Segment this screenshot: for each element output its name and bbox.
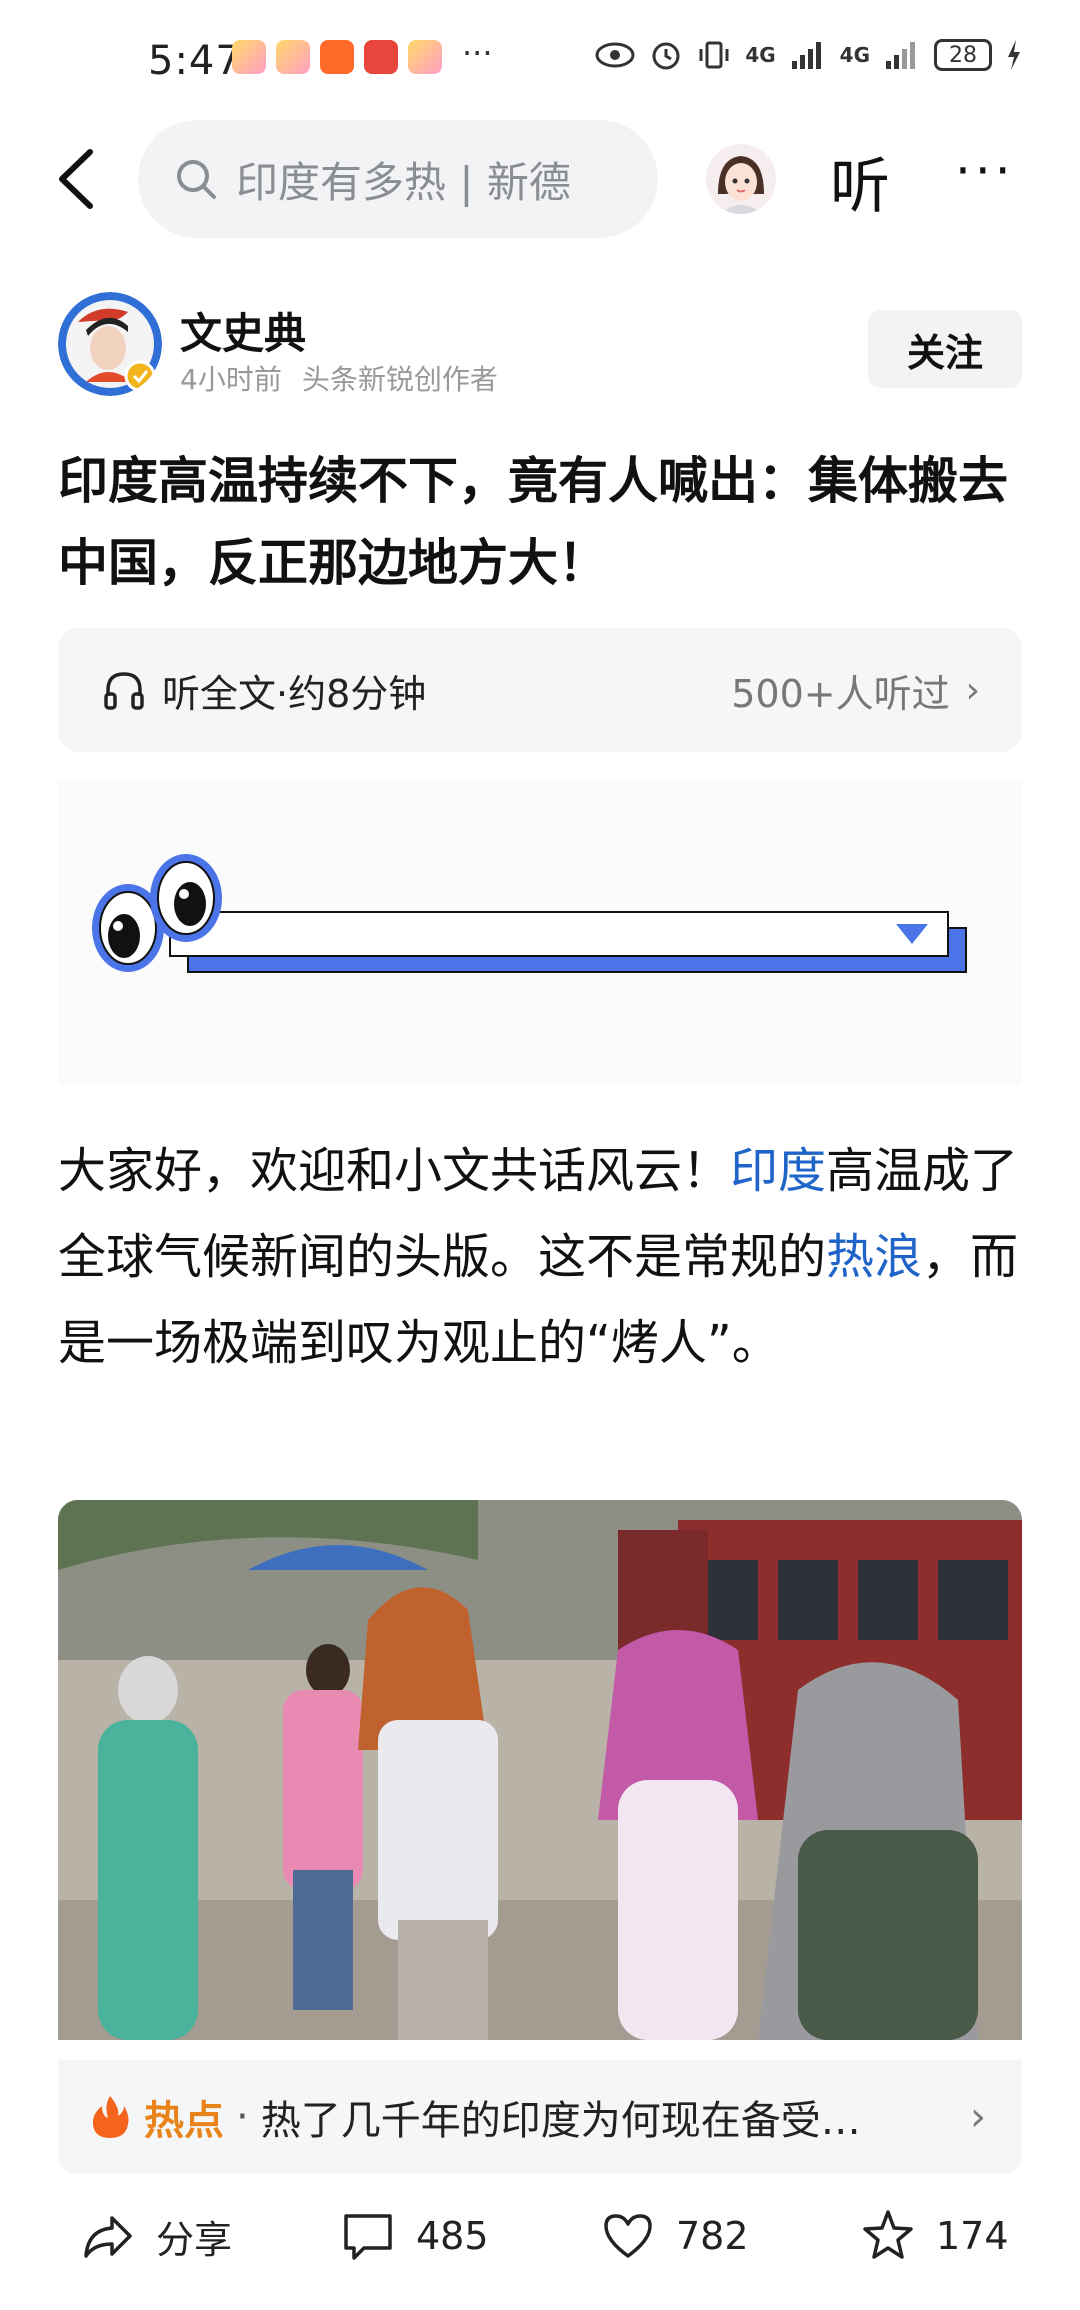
- author-name[interactable]: 文史典: [180, 300, 306, 361]
- hot-label: 热点: [144, 2098, 224, 2144]
- favorite-count: 174: [936, 2214, 1009, 2258]
- signal-icon: [886, 42, 915, 69]
- huawei-icon: [364, 40, 398, 74]
- hot-topic-text: 热了几千年的印度为何现在备受…: [260, 2098, 861, 2144]
- charging-icon: [1008, 40, 1020, 70]
- app-notification-icon: [276, 40, 310, 74]
- app-notification-icon: [408, 40, 442, 74]
- article-photo[interactable]: [58, 1500, 1022, 2040]
- more-button[interactable]: ···: [955, 142, 1015, 200]
- share-button[interactable]: 分享: [80, 2208, 232, 2264]
- status-bar: 5:47 ··· 4G 4G 28: [0, 0, 1080, 120]
- star-icon: [863, 2210, 913, 2259]
- topic-link-heatwave[interactable]: 热浪: [826, 1229, 922, 1285]
- hot-topic-bar[interactable]: 热点 · 热了几千年的印度为何现在备受… ›: [58, 2060, 1022, 2174]
- author-tag: 头条新锐创作者: [301, 363, 498, 396]
- post-time: 4小时前: [180, 363, 282, 396]
- vibrate-icon: [699, 41, 729, 69]
- network-type: 4G: [745, 43, 776, 67]
- article-title: 印度高温持续不下，竟有人喊出：集体搬去中国，反正那边地方大！: [58, 452, 1008, 592]
- author-row: 文史典 4小时前 头条新锐创作者 关注: [58, 292, 1022, 402]
- chevron-right-icon: ›: [970, 2094, 986, 2140]
- app-notification-icon: [320, 40, 354, 74]
- share-icon: [84, 2216, 132, 2258]
- flame-icon: [92, 2096, 129, 2138]
- top-nav: 印度有多热 | 新德 听 ···: [0, 120, 1080, 238]
- back-button[interactable]: [50, 146, 110, 212]
- topic-link-india[interactable]: 印度: [730, 1143, 826, 1199]
- search-icon: [177, 160, 216, 199]
- author-meta: 4小时前 头条新锐创作者: [180, 358, 498, 398]
- author-avatar[interactable]: [58, 292, 162, 396]
- network-type: 4G: [839, 43, 870, 67]
- listen-full-label: 听全文·约8分钟: [162, 671, 427, 716]
- comment-count: 485: [416, 2214, 489, 2258]
- listen-count: 500+人听过: [731, 671, 950, 716]
- listen-full-bar[interactable]: 听全文·约8分钟 500+人听过 ›: [58, 628, 1022, 752]
- favorite-button[interactable]: 174: [860, 2208, 1009, 2264]
- like-count: 782: [676, 2214, 749, 2258]
- search-input[interactable]: 印度有多热 | 新德: [138, 120, 658, 238]
- status-overflow: ···: [462, 34, 493, 72]
- like-button[interactable]: 782: [600, 2208, 749, 2264]
- eye-icon: [595, 42, 635, 68]
- search-query: 印度有多热 | 新德: [236, 157, 571, 207]
- eyes-banner-image: [58, 780, 1022, 1086]
- follow-button[interactable]: 关注: [868, 310, 1022, 388]
- user-avatar[interactable]: [706, 144, 776, 214]
- app-notification-icon: [232, 40, 266, 74]
- status-time: 5:47: [148, 38, 242, 84]
- status-indicators: 4G 4G 28: [595, 38, 1022, 72]
- share-label: 分享: [156, 2217, 233, 2262]
- article-paragraph: 大家好，欢迎和小文共话风云！印度高温成了全球气候新闻的头版。这不是常规的热浪，而…: [58, 1128, 1022, 1386]
- eyes-search-bar-illustration: [92, 854, 967, 973]
- girl-avatar-icon: [706, 144, 776, 214]
- alarm-icon: [652, 42, 680, 70]
- comment-button[interactable]: 485: [340, 2208, 489, 2264]
- action-bar: 分享 485 782 174: [0, 2190, 1080, 2290]
- separator-dot: ·: [236, 2094, 249, 2140]
- back-arrow-icon: [59, 149, 93, 209]
- headphone-icon: [104, 672, 144, 710]
- heart-icon: [604, 2214, 652, 2258]
- paragraph-text: 大家好，欢迎和小文共话风云！: [58, 1143, 731, 1199]
- listen-button[interactable]: 听: [830, 138, 890, 225]
- street-heat-photo: [58, 1500, 1022, 2040]
- status-app-icons: [232, 40, 442, 74]
- comment-icon: [344, 2214, 392, 2260]
- signal-icon: [791, 42, 821, 69]
- battery-icon: 28: [934, 39, 992, 71]
- chevron-right-icon: ›: [965, 669, 980, 711]
- author-avatar-icon: [58, 292, 162, 396]
